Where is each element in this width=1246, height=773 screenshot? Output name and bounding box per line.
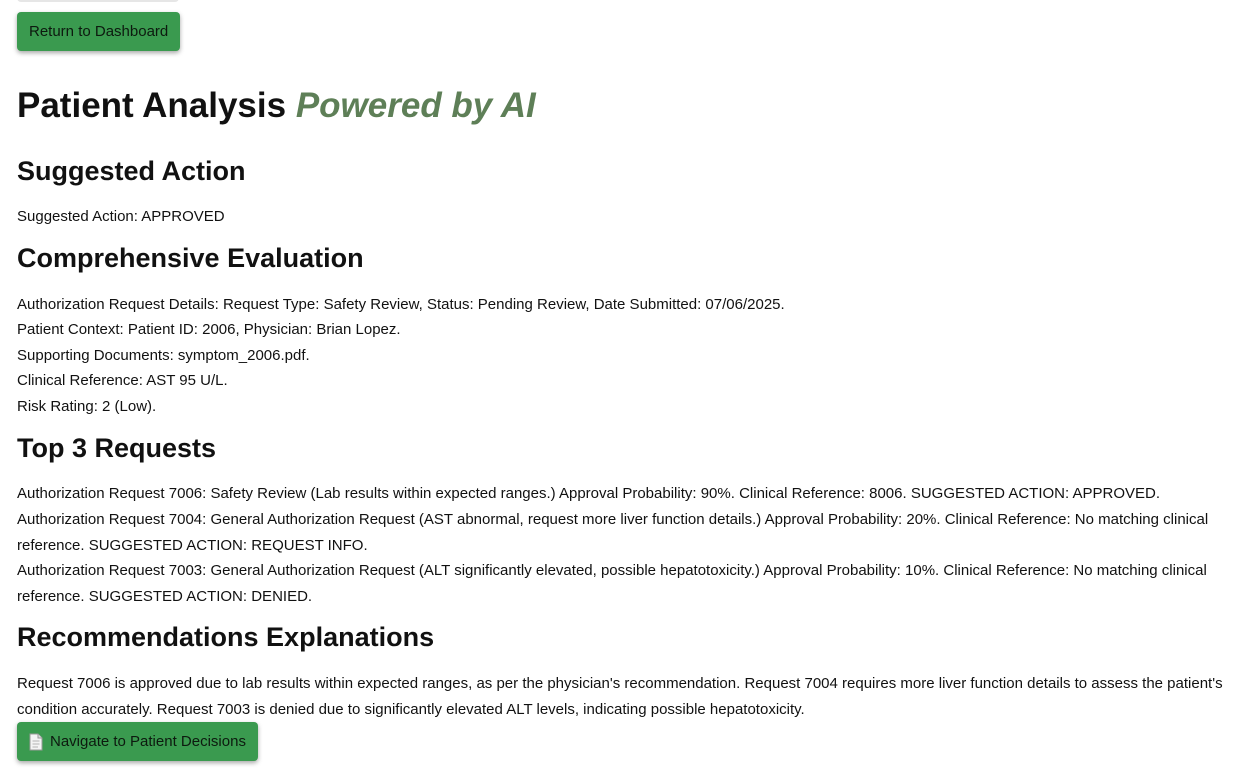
recommendations-text: Request 7006 is approved due to lab resu… xyxy=(17,675,1223,718)
suggested-action-text: Suggested Action: APPROVED xyxy=(17,208,225,225)
recommendations-heading: Recommendations Explanations xyxy=(17,622,435,652)
evaluation-line-patient-context: Patient Context: Patient ID: 2006, Physi… xyxy=(17,321,401,338)
return-to-dashboard-button[interactable]: Return to Dashboard xyxy=(17,12,181,51)
page-title-accent: Powered by AI xyxy=(295,86,536,125)
scrolled-element-edge xyxy=(17,0,179,2)
return-button-label: Return to Dashboard xyxy=(29,23,169,40)
suggested-action-heading: Suggested Action xyxy=(17,156,246,186)
request-item-7003: Authorization Request 7003: General Auth… xyxy=(17,562,1207,605)
document-icon xyxy=(29,733,43,751)
request-item-7004: Authorization Request 7004: General Auth… xyxy=(17,511,1209,554)
page-title: Patient Analysis Powered by AI xyxy=(17,84,536,128)
request-item-7006: Authorization Request 7006: Safety Revie… xyxy=(17,485,1161,502)
navigate-to-patient-decisions-button[interactable]: Navigate to Patient Decisions xyxy=(17,722,258,761)
evaluation-line-clinical-reference: Clinical Reference: AST 95 U/L. xyxy=(17,372,228,389)
page-title-main: Patient Analysis xyxy=(17,86,287,125)
comprehensive-evaluation-heading: Comprehensive Evaluation xyxy=(17,243,364,273)
evaluation-line-request-details: Authorization Request Details: Request T… xyxy=(17,296,785,313)
top-requests-heading: Top 3 Requests xyxy=(17,433,217,463)
evaluation-line-supporting-documents: Supporting Documents: symptom_2006.pdf. xyxy=(17,347,310,364)
evaluation-line-risk-rating: Risk Rating: 2 (Low). xyxy=(17,398,157,415)
navigate-button-label: Navigate to Patient Decisions xyxy=(50,733,246,750)
